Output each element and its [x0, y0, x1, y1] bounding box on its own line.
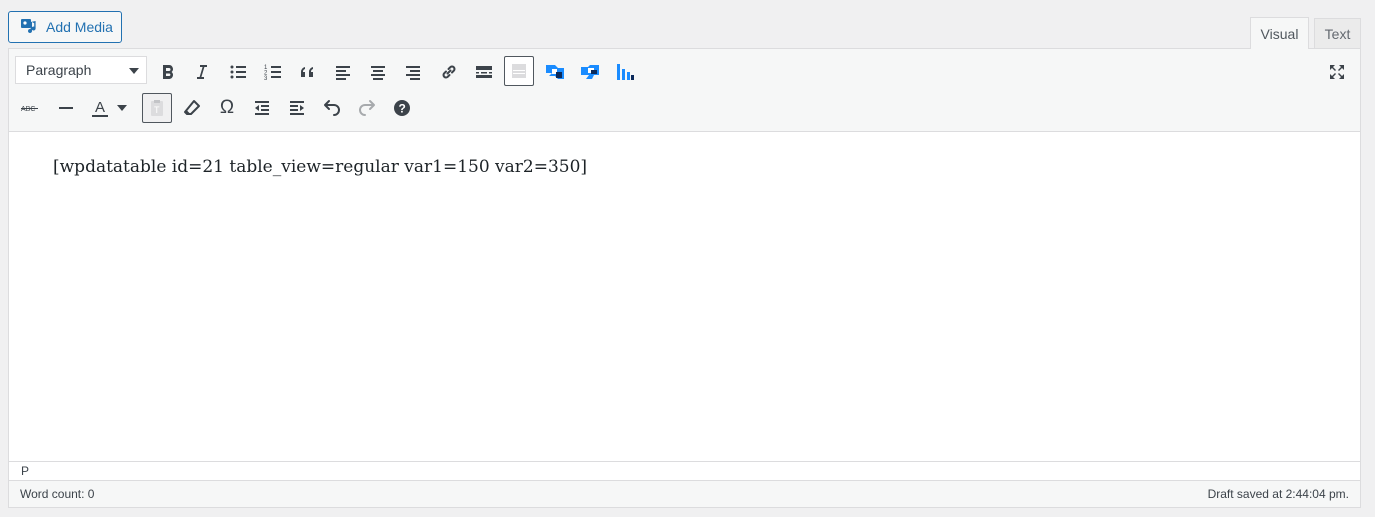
outdent-icon: [255, 101, 269, 115]
bulleted-list-button[interactable]: [223, 57, 253, 87]
special-character-button[interactable]: Ω: [212, 93, 242, 123]
insert-link-button[interactable]: [434, 57, 464, 87]
add-media-label: Add Media: [46, 19, 113, 35]
undo-button[interactable]: [317, 93, 347, 123]
link-icon: [442, 65, 456, 79]
numbered-list-button[interactable]: 123: [258, 57, 288, 87]
keyboard-shortcuts-button[interactable]: ?: [387, 93, 417, 123]
add-media-button[interactable]: Add Media: [8, 11, 122, 43]
quote-icon: [300, 67, 313, 77]
svg-text:T: T: [154, 105, 160, 115]
chevron-down-icon: [117, 105, 127, 111]
bold-button[interactable]: [153, 57, 183, 87]
svg-text:A: A: [95, 99, 105, 116]
italic-icon: [197, 65, 207, 79]
editor-toolbar: Paragraph 123 ABC A T Ω ?: [9, 49, 1360, 132]
align-center-icon: [371, 66, 385, 80]
editor: Paragraph 123 ABC A T Ω ? [wpdatatable i…: [8, 48, 1361, 508]
blockquote-button[interactable]: [293, 57, 323, 87]
horizontal-line-icon: [59, 107, 73, 109]
wpdatatable-constructor-button[interactable]: [575, 57, 605, 87]
editor-content[interactable]: [wpdatatable id=21 table_view=regular va…: [53, 157, 587, 177]
svg-text:?: ?: [399, 102, 406, 116]
text-color-button[interactable]: A: [85, 93, 115, 123]
text-color-icon: A: [92, 99, 108, 117]
tab-text[interactable]: Text: [1314, 18, 1361, 48]
help-icon: ?: [394, 100, 410, 116]
indent-button[interactable]: [282, 93, 312, 123]
draft-saved-status: Draft saved at 2:44:04 pm.: [1207, 487, 1349, 501]
read-more-button[interactable]: [469, 57, 499, 87]
align-left-button[interactable]: [328, 57, 358, 87]
redo-icon: [359, 100, 375, 116]
format-select-value: Paragraph: [26, 62, 92, 78]
undo-icon: [324, 100, 340, 116]
path-item-p[interactable]: P: [21, 464, 29, 478]
svg-text:ABC: ABC: [21, 106, 35, 113]
indent-icon: [290, 101, 304, 115]
clipboard-icon: T: [151, 100, 163, 116]
fullscreen-button[interactable]: [1322, 57, 1352, 87]
paste-as-text-button[interactable]: T: [142, 93, 172, 123]
wpdatachart-button[interactable]: [610, 57, 640, 87]
numbered-list-icon: 123: [264, 65, 281, 82]
editor-status-bar: Word count: 0 Draft saved at 2:44:04 pm.: [9, 480, 1360, 507]
wpdatatable-icon: [546, 65, 564, 79]
tab-visual[interactable]: Visual: [1250, 17, 1309, 49]
add-media-icon: [19, 16, 39, 39]
read-more-icon: [476, 66, 492, 78]
redo-button[interactable]: [352, 93, 382, 123]
omega-icon: Ω: [219, 97, 235, 118]
eraser-icon: [184, 100, 200, 115]
align-left-icon: [336, 66, 350, 80]
clear-formatting-button[interactable]: [177, 93, 207, 123]
outdent-button[interactable]: [247, 93, 277, 123]
align-right-button[interactable]: [398, 57, 428, 87]
strikethrough-icon: ABC: [21, 106, 38, 113]
fullscreen-icon: [1330, 65, 1344, 79]
chevron-down-icon: [129, 68, 139, 74]
wpdatatable-button[interactable]: [540, 57, 570, 87]
svg-text:3: 3: [264, 76, 268, 82]
text-color-dropdown[interactable]: [112, 93, 132, 123]
align-center-button[interactable]: [363, 57, 393, 87]
bar-chart-icon: [617, 64, 634, 80]
strikethrough-button[interactable]: ABC: [15, 93, 45, 123]
italic-button[interactable]: [187, 57, 217, 87]
align-right-icon: [406, 66, 420, 80]
horizontal-line-button[interactable]: [51, 93, 81, 123]
bulleted-list-icon: [230, 65, 246, 79]
bold-icon: [163, 65, 173, 79]
wpdatatable-constructor-icon: [581, 65, 599, 79]
toolbar-toggle-icon: [512, 64, 526, 78]
word-count: Word count: 0: [20, 487, 95, 501]
format-select[interactable]: Paragraph: [15, 56, 147, 84]
toolbar-toggle-button[interactable]: [504, 56, 534, 86]
element-path: P: [9, 461, 1360, 480]
